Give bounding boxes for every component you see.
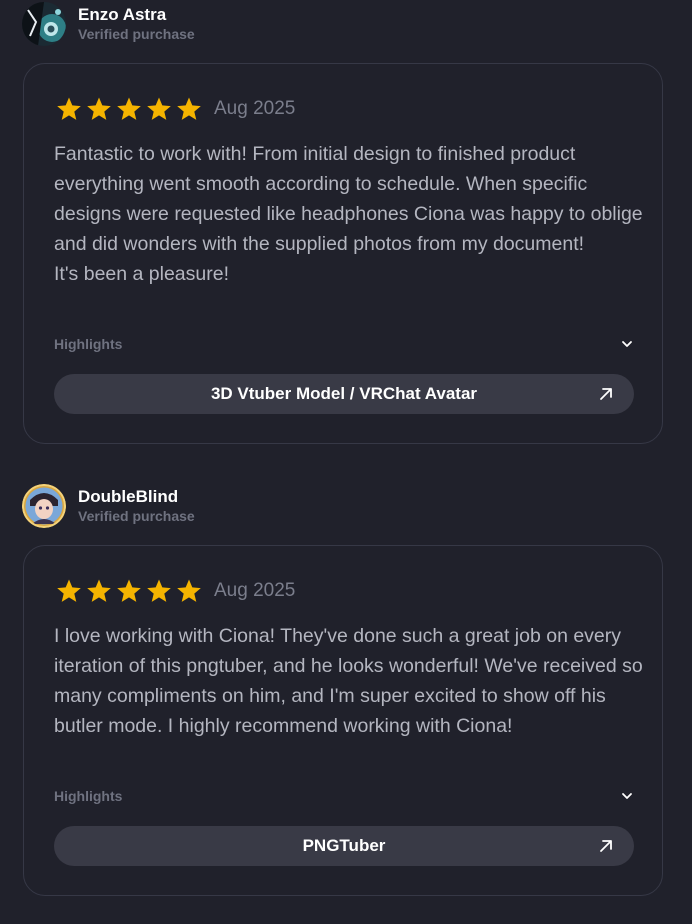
service-label: PNGTuber: [302, 836, 386, 855]
review-date: Aug 2025: [214, 98, 296, 119]
star-icon: [117, 579, 141, 602]
star-icon: [177, 579, 201, 602]
review-text: Fantastic to work with! From initial des…: [54, 143, 643, 285]
rating-row: Aug 2025: [54, 576, 295, 606]
reviewer-header: DoubleBlind Verified purchase: [22, 482, 195, 530]
reviewer-name[interactable]: Enzo Astra: [78, 5, 195, 25]
star-rating: [54, 94, 204, 124]
review-date: Aug 2025: [214, 580, 296, 601]
star-icon: [87, 579, 111, 602]
highlights-label: Highlights: [54, 336, 123, 352]
arrow-up-right-icon: [600, 840, 612, 852]
avatar[interactable]: [22, 2, 66, 46]
star-icon: [57, 579, 81, 602]
star-icon: [177, 97, 201, 120]
star-icon: [87, 97, 111, 120]
review-card: Aug 2025 I love working with Ciona! They…: [23, 545, 663, 896]
chevron-down-icon[interactable]: [620, 789, 634, 803]
chevron-down-icon[interactable]: [620, 337, 634, 351]
verified-purchase-badge: Verified purchase: [78, 508, 195, 524]
arrow-up-right-icon: [600, 388, 612, 400]
star-icon: [147, 97, 171, 120]
verified-purchase-badge: Verified purchase: [78, 26, 195, 42]
rating-row: Aug 2025: [54, 94, 295, 124]
service-link-button[interactable]: PNGTuber: [54, 826, 634, 866]
highlights-label: Highlights: [54, 788, 123, 804]
avatar[interactable]: [22, 484, 66, 528]
service-label: 3D Vtuber Model / VRChat Avatar: [210, 384, 478, 403]
star-icon: [147, 579, 171, 602]
reviewer-name[interactable]: DoubleBlind: [78, 487, 195, 507]
service-link-button[interactable]: 3D Vtuber Model / VRChat Avatar: [54, 374, 634, 414]
star-icon: [57, 97, 81, 120]
reviewer-header: Enzo Astra Verified purchase: [22, 0, 195, 48]
star-rating: [54, 576, 204, 606]
review-text: I love working with Ciona! They've done …: [54, 625, 643, 737]
highlights-toggle[interactable]: Highlights: [54, 334, 634, 354]
star-icon: [117, 97, 141, 120]
review-card: Aug 2025 Fantastic to work with! From in…: [23, 63, 663, 444]
highlights-toggle[interactable]: Highlights: [54, 786, 634, 806]
